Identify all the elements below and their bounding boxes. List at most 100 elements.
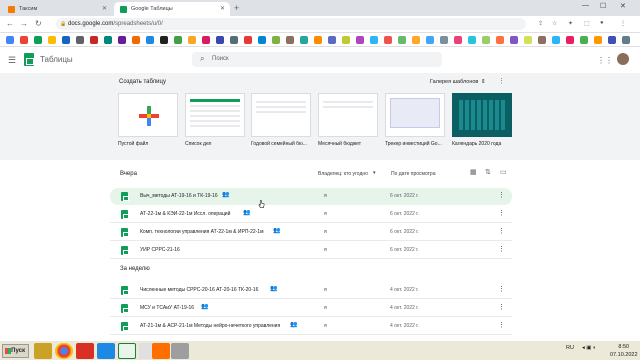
- avatar[interactable]: [617, 53, 629, 65]
- new-tab-button[interactable]: +: [234, 3, 239, 13]
- app-icon[interactable]: [76, 343, 94, 359]
- app-icon[interactable]: [171, 343, 189, 359]
- bookmark-icon[interactable]: [594, 36, 602, 44]
- bookmark-icon[interactable]: [440, 36, 448, 44]
- apps-grid-icon[interactable]: ⋮⋮: [597, 56, 613, 65]
- bookmark-icon[interactable]: [314, 36, 322, 44]
- more-options-icon[interactable]: ⋮: [498, 285, 505, 293]
- template-monthly-budget[interactable]: [318, 93, 378, 137]
- bookmark-icon[interactable]: [566, 36, 574, 44]
- bookmark-icon[interactable]: [258, 36, 266, 44]
- menu-icon[interactable]: ⋮: [620, 20, 626, 27]
- file-row[interactable]: Выч_методы АТ-19-16 и ТК-19-16 👥 я 6 окт…: [110, 188, 512, 205]
- bookmark-icon[interactable]: [622, 36, 630, 44]
- bookmark-icon[interactable]: [608, 36, 616, 44]
- bookmark-icon[interactable]: [104, 36, 112, 44]
- search-icon[interactable]: ⌕: [200, 54, 204, 64]
- bookmark-icon[interactable]: [524, 36, 532, 44]
- bookmark-icon[interactable]: [468, 36, 476, 44]
- bookmark-icon[interactable]: [412, 36, 420, 44]
- close-icon[interactable]: ✕: [220, 5, 225, 12]
- bookmark-icon[interactable]: [90, 36, 98, 44]
- bookmark-icon[interactable]: [48, 36, 56, 44]
- tray-icons[interactable]: ◂ ▣ ◐: [582, 345, 596, 351]
- template-todo-list[interactable]: [185, 93, 245, 137]
- bookmark-icon[interactable]: [272, 36, 280, 44]
- forward-icon[interactable]: →: [20, 19, 28, 28]
- url-input[interactable]: 🔒 docs.google.com/spreadsheets/u/0/: [56, 18, 526, 30]
- file-row[interactable]: Комп. технологии управления АТ-22-1м & И…: [110, 224, 512, 241]
- main-menu-icon[interactable]: ☰: [8, 55, 16, 66]
- bookmark-icon[interactable]: [6, 36, 14, 44]
- bookmark-icon[interactable]: [34, 36, 42, 44]
- more-options-icon[interactable]: ⋮: [498, 77, 505, 85]
- bookmark-icon[interactable]: [482, 36, 490, 44]
- matlab-icon[interactable]: [152, 343, 170, 359]
- template-calendar[interactable]: [452, 93, 512, 137]
- file-row[interactable]: Численные методы СРРС-20-16 АТ-20-16 ТК-…: [110, 282, 512, 299]
- reload-icon[interactable]: ↻: [35, 19, 42, 28]
- close-icon[interactable]: ✕: [102, 5, 107, 12]
- share-icon[interactable]: ⇪: [538, 20, 543, 27]
- file-row[interactable]: АТ-22-1м & КЭИ-22-1м Иссл. операций 👥 я …: [110, 206, 512, 223]
- tab-taksim[interactable]: Таксим ✕: [2, 2, 112, 16]
- maximize-icon[interactable]: ☐: [600, 2, 606, 10]
- bookmark-icon[interactable]: [370, 36, 378, 44]
- bookmark-icon[interactable]: [286, 36, 294, 44]
- bookmark-icon[interactable]: [188, 36, 196, 44]
- close-window-icon[interactable]: ✕: [620, 2, 626, 10]
- bookmark-icon[interactable]: [580, 36, 588, 44]
- sort-label[interactable]: По дате просмотра: [391, 171, 436, 177]
- star-icon[interactable]: ☆: [552, 20, 557, 27]
- bookmark-icon[interactable]: [510, 36, 518, 44]
- more-options-icon[interactable]: ⋮: [498, 303, 505, 311]
- bookmark-icon[interactable]: [300, 36, 308, 44]
- profile-icon[interactable]: ●: [600, 20, 604, 26]
- bookmark-icon[interactable]: [552, 36, 560, 44]
- bookmark-icon[interactable]: [244, 36, 252, 44]
- bookmark-icon[interactable]: [538, 36, 546, 44]
- grid-view-icon[interactable]: ▦: [470, 168, 477, 176]
- more-options-icon[interactable]: ⋮: [498, 245, 505, 253]
- extension-icon[interactable]: ✦: [568, 20, 573, 27]
- more-options-icon[interactable]: ⋮: [498, 191, 505, 199]
- more-options-icon[interactable]: ⋮: [498, 209, 505, 217]
- bookmark-icon[interactable]: [328, 36, 336, 44]
- bookmark-icon[interactable]: [202, 36, 210, 44]
- bookmark-icon[interactable]: [426, 36, 434, 44]
- back-icon[interactable]: ←: [6, 19, 14, 28]
- sort-az-icon[interactable]: ⇅: [485, 168, 491, 176]
- bookmark-icon[interactable]: [398, 36, 406, 44]
- bookmark-icon[interactable]: [160, 36, 168, 44]
- more-options-icon[interactable]: ⋮: [498, 321, 505, 329]
- template-annual-budget[interactable]: [251, 93, 311, 137]
- puzzle-icon[interactable]: ⬚: [584, 20, 590, 27]
- bookmark-icon[interactable]: [384, 36, 392, 44]
- bookmark-icon[interactable]: [118, 36, 126, 44]
- tab-google-sheets[interactable]: Google Таблицы ✕: [114, 2, 230, 16]
- folder-icon[interactable]: ▭: [500, 168, 507, 176]
- unfold-icon[interactable]: ⇕: [481, 79, 486, 85]
- owner-filter-dropdown[interactable]: Владелец: кто угодно: [318, 171, 368, 177]
- bookmark-icon[interactable]: [454, 36, 462, 44]
- more-options-icon[interactable]: ⋮: [498, 227, 505, 235]
- bookmark-icon[interactable]: [216, 36, 224, 44]
- bookmark-icon[interactable]: [174, 36, 182, 44]
- file-row[interactable]: АТ-21-1м & АСР-21-1м Методы нейро-нечетк…: [110, 318, 512, 335]
- dropdown-arrow-icon[interactable]: ▾: [373, 170, 376, 176]
- template-blank[interactable]: [118, 93, 178, 137]
- template-gallery-button[interactable]: Галерея шаблонов: [430, 79, 478, 85]
- file-manager-icon[interactable]: [34, 343, 52, 359]
- bookmark-icon[interactable]: [356, 36, 364, 44]
- bookmark-icon[interactable]: [20, 36, 28, 44]
- file-row[interactable]: УИР СРРС-21-16 я 6 окт. 2022 г. ⋮: [110, 242, 512, 259]
- file-row[interactable]: МСУ и ТСАиУ АТ-19-16 👥 я 4 окт. 2022 г. …: [110, 300, 512, 317]
- app-icon[interactable]: [97, 343, 115, 359]
- start-button[interactable]: Пуск: [2, 344, 29, 358]
- excel-icon[interactable]: [118, 343, 136, 359]
- template-investment-tracker[interactable]: [385, 93, 445, 137]
- bookmark-icon[interactable]: [132, 36, 140, 44]
- clock[interactable]: 8:50 07.10.2022: [610, 343, 638, 359]
- minimize-icon[interactable]: —: [582, 2, 589, 9]
- bookmark-icon[interactable]: [230, 36, 238, 44]
